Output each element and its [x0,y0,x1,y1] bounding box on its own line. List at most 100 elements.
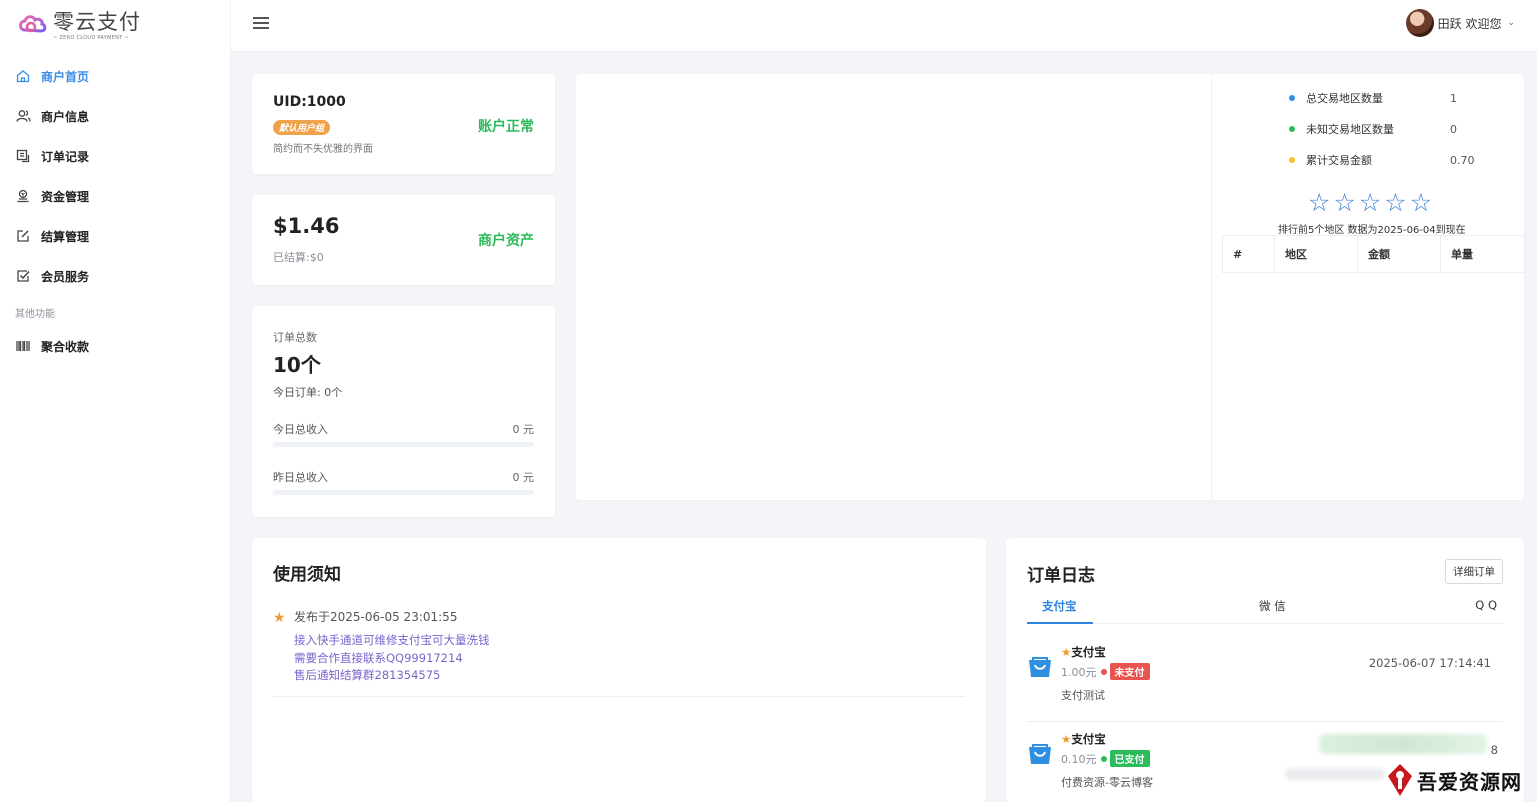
region-stats-card: 总交易地区数量 1 未知交易地区数量 0 累计交易金额 0.70 ☆ ☆ ☆ ☆… [576,74,1526,500]
legend-dot [1289,95,1295,101]
order-time: 8 [1490,743,1498,757]
check-square-icon [15,268,31,284]
account-card: UID:1000 默认用户组 简约而不失优雅的界面 账户正常 [252,74,555,174]
legend-total-regions: 总交易地区数量 1 [1289,90,1457,106]
sidebar-item-settlement[interactable]: 结算管理 [0,216,230,256]
sidebar-item-aggregate-payment[interactable]: 聚合收款 [0,326,230,366]
brand-name: 零云支付 [53,10,141,34]
sidebar-item-funds[interactable]: 资金管理 [0,176,230,216]
watermark: 吾爱资源网 [1385,758,1537,802]
notice-date: 发布于2025-06-05 23:01:55 [294,610,458,624]
divider [1027,721,1503,722]
home-icon [15,68,31,84]
notice-line[interactable]: 需要合作直接联系QQ99917214 [294,650,463,666]
cloud-logo-icon [19,15,47,33]
today-income-progress [273,442,534,447]
order-amount: 0.10元 已支付 [1061,750,1150,767]
yesterday-income-label: 昨日总收入 [273,471,328,484]
notice-line[interactable]: 接入快手通道可维修支付宝可大量洗钱 [294,632,490,648]
map-area[interactable] [576,74,1210,500]
shopping-bag-icon [1029,744,1051,764]
assets-card: $1.46 已结算:$0 商户资产 [252,195,555,285]
orders-total-value: 10个 [273,353,321,377]
yesterday-income-row: 昨日总收入 0 元 [273,469,534,485]
orders-total-label: 订单总数 [273,331,317,344]
chevron-down-icon: ⌄ [1507,18,1515,28]
watermark-logo-icon [1388,764,1412,796]
star-icon[interactable]: ☆ [1333,190,1355,216]
user-menu[interactable]: 田跃 欢迎您 ⌄ [1405,9,1515,37]
brand-logo[interactable]: 零云支付 ~ ZERO CLOUD PAYMENT ~ [17,10,141,42]
star-icon: ★ [1061,732,1072,746]
region-stats-panel: 总交易地区数量 1 未知交易地区数量 0 累计交易金额 0.70 ☆ ☆ ☆ ☆… [1211,74,1526,500]
uid-label: UID:1000 [273,94,346,110]
divider [273,696,965,697]
payment-tabs: 支付宝 微 信 Q Q [1027,592,1503,624]
wallet-icon [15,188,31,204]
sidebar-item-orders[interactable]: 订单记录 [0,136,230,176]
today-income-label: 今日总收入 [273,423,328,436]
legend-label: 未知交易地区数量 [1306,123,1394,136]
list-item[interactable]: ★支付宝 1.00元 未支付 支付测试 2025-06-07 17:14:41 [1027,640,1503,722]
legend-label: 总交易地区数量 [1306,92,1383,105]
today-income-value: 0 元 [512,423,535,436]
sidebar-item-label: 资金管理 [41,189,90,204]
order-channel: ★支付宝 [1061,645,1106,659]
sidebar-item-label: 商户首页 [41,69,90,84]
edit-icon [15,228,31,244]
tab-alipay[interactable]: 支付宝 [1042,598,1077,614]
legend-value: 1 [1450,91,1457,105]
user-group-badge: 默认用户组 [273,120,331,135]
legend-value: 0.70 [1450,153,1475,167]
sidebar-item-label: 订单记录 [41,149,90,164]
detail-orders-button[interactable]: 详细订单 [1445,559,1503,584]
tab-underline [1027,622,1093,624]
sidebar-item-label: 商户信息 [41,109,90,124]
status-dot [1100,668,1107,675]
rating-stars: ☆ ☆ ☆ ☆ ☆ [1308,190,1432,216]
orders-summary-card: 订单总数 10个 今日订单: 0个 今日总收入 0 元 昨日总收入 0 元 [252,306,555,517]
sidebar-nav: 商户首页 商户信息 订单记录 资金管理 结算管理 会员服务 其他功能 聚合收款 [0,56,230,366]
redacted-area [1319,734,1487,754]
account-slogan: 简约而不失优雅的界面 [273,144,373,155]
users-icon [15,108,31,124]
sidebar-item-merchant-info[interactable]: 商户信息 [0,96,230,136]
today-orders: 今日订单: 0个 [273,386,343,399]
order-channel: ★支付宝 [1061,732,1106,746]
user-greeting: 田跃 欢迎您 [1437,16,1502,31]
sidebar: 零云支付 ~ ZERO CLOUD PAYMENT ~ 商户首页 商户信息 订单… [0,0,231,802]
notice-card: 使用须知 ★ 发布于2025-06-05 23:01:55 接入快手通道可维修支… [252,538,986,802]
tab-qq[interactable]: Q Q [1475,598,1497,612]
avatar [1405,9,1434,37]
status-badge: 未支付 [1109,663,1150,680]
sidebar-item-label: 聚合收款 [41,339,90,354]
col-header-region: 地区 [1274,235,1358,273]
star-icon[interactable]: ☆ [1359,190,1381,216]
legend-dot [1289,157,1295,163]
order-amount: 1.00元 未支付 [1061,663,1150,680]
topbar: 田跃 欢迎您 ⌄ [231,0,1537,52]
brand-tagline: ~ ZERO CLOUD PAYMENT ~ [53,35,129,41]
notice-line[interactable]: 售后通知结算群281354575 [294,667,440,683]
star-icon[interactable]: ☆ [1410,190,1432,216]
star-icon[interactable]: ☆ [1308,190,1330,216]
today-income-row: 今日总收入 0 元 [273,421,534,437]
col-header-index: # [1222,235,1275,273]
tab-wechat[interactable]: 微 信 [1259,598,1286,614]
legend-label: 累计交易金额 [1306,154,1372,167]
legend-unknown-regions: 未知交易地区数量 0 [1289,121,1457,137]
rank-note: 排行前5个地区 数据为2025-06-04到现在 [1278,225,1466,236]
legend-total-amount: 累计交易金额 0.70 [1289,152,1475,168]
barcode-icon [15,338,31,354]
star-icon[interactable]: ☆ [1384,190,1406,216]
sidebar-item-home[interactable]: 商户首页 [0,56,230,96]
col-header-count: 单量 [1440,235,1526,273]
sidebar-section-label: 其他功能 [15,309,55,320]
sidebar-item-label: 结算管理 [41,229,90,244]
order-icon [15,148,31,164]
menu-toggle-icon[interactable] [253,15,269,31]
sidebar-item-membership[interactable]: 会员服务 [0,256,230,296]
notice-title: 使用须知 [273,565,341,585]
col-header-amount: 金额 [1357,235,1441,273]
account-status: 账户正常 [478,119,534,135]
